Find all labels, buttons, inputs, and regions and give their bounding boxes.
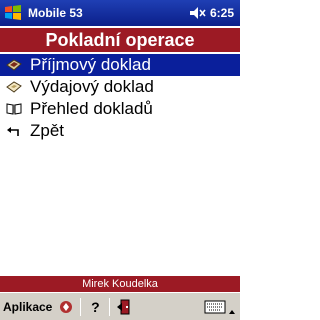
menu-item-label: Přehled dokladů bbox=[30, 99, 153, 118]
operations-menu: Příjmový doklad Výdajový doklad Přehled … bbox=[0, 54, 240, 142]
menu-item-back[interactable]: Zpět bbox=[0, 120, 240, 142]
toolbar-divider bbox=[109, 297, 111, 316]
clock[interactable]: 6:25 bbox=[210, 6, 234, 20]
exit-door-icon[interactable] bbox=[114, 297, 134, 317]
book-icon bbox=[4, 101, 24, 117]
keyboard-icon[interactable] bbox=[204, 300, 226, 314]
menu-item-label: Zpět bbox=[30, 121, 65, 140]
input-selector-arrow-icon[interactable] bbox=[228, 303, 236, 314]
command-bar: Aplikace ? bbox=[0, 292, 240, 320]
menu-item-receipt-out[interactable]: Výdajový doklad bbox=[0, 76, 240, 98]
menu-item-overview[interactable]: Přehled dokladů bbox=[0, 98, 240, 120]
menu-item-label: Výdajový doklad bbox=[30, 77, 154, 96]
toolbar-divider bbox=[80, 297, 82, 316]
menu-item-receipt-in[interactable]: Příjmový doklad bbox=[0, 54, 240, 76]
page-title: Pokladní operace bbox=[0, 28, 240, 52]
receipt-out-icon bbox=[4, 79, 24, 95]
app-title: Mobile 53 bbox=[28, 6, 83, 20]
back-arrow-icon bbox=[4, 123, 24, 139]
title-bar: Mobile 53 6:25 bbox=[0, 0, 240, 26]
receipt-in-icon bbox=[4, 57, 24, 73]
app-icon[interactable] bbox=[56, 297, 76, 317]
menu-item-label: Příjmový doklad bbox=[30, 55, 151, 74]
user-status: Mirek Koudelka bbox=[0, 276, 240, 292]
application-menu-button[interactable]: Aplikace bbox=[3, 300, 52, 314]
windows-start-icon[interactable] bbox=[2, 2, 24, 24]
speaker-muted-icon[interactable] bbox=[189, 6, 207, 20]
help-button[interactable]: ? bbox=[85, 297, 105, 317]
